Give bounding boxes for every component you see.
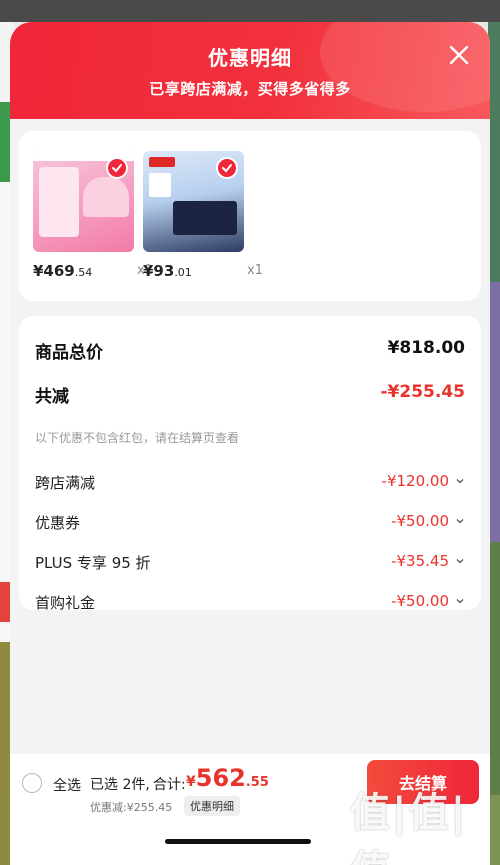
close-button[interactable] [446, 42, 472, 68]
reduction-note: 以下优惠不包含红包，请在结算页查看 [35, 431, 240, 445]
price-summary-card: 商品总价 ¥818.00 共减 -¥255.45 以下优惠不包含红包，请在结算页… [19, 316, 481, 613]
total-reduction-row: 共减 -¥255.45 [35, 382, 465, 407]
discount-row-plus[interactable]: PLUS 专享 95 折 -¥35.45 [35, 552, 465, 573]
chevron-down-icon [456, 599, 464, 604]
watermark-logo: 值|值|值 [350, 790, 468, 865]
chevron-down-icon [456, 559, 464, 564]
total-price-row: 商品总价 ¥818.00 [35, 338, 465, 363]
watermark-url: zhizhizhi.com [365, 833, 447, 847]
discount-summary: 优惠减:¥255.45 [90, 801, 173, 814]
sheet-subtitle: 已享跨店满减，买得多省得多 [149, 80, 351, 98]
product-item[interactable]: ¥93.01 x1 [143, 151, 263, 281]
product-price: ¥469.54 [33, 262, 93, 280]
discount-row-coupon[interactable]: 优惠券 -¥50.00 [35, 512, 465, 533]
product-item[interactable]: ¥469.54 x1 [33, 151, 153, 281]
home-indicator [165, 839, 311, 844]
sheet-header: 优惠明细 已享跨店满减，买得多省得多 [10, 22, 490, 119]
total-label: 合计: [153, 777, 186, 793]
selected-check-icon [216, 157, 238, 179]
total-price-label: 商品总价 [35, 343, 103, 363]
product-price: ¥93.01 [143, 262, 192, 280]
discount-detail-button[interactable]: 优惠明细 [184, 796, 240, 816]
total-amount: ¥562.55 [186, 764, 269, 792]
chevron-down-icon [456, 519, 464, 524]
select-all-label[interactable]: 全选 [53, 775, 81, 795]
select-all-radio[interactable] [22, 773, 42, 793]
discount-detail-sheet: 优惠明细 已享跨店满减，买得多省得多 ¥469.54 x1 ¥93.01 x1 … [10, 22, 490, 865]
total-reduction-value: -¥255.45 [380, 382, 466, 402]
product-image [33, 151, 134, 252]
chevron-down-icon [456, 479, 464, 484]
products-card: ¥469.54 x1 ¥93.01 x1 [19, 131, 481, 301]
discount-row-cross-store[interactable]: 跨店满减 -¥120.00 [35, 472, 465, 493]
total-price-value: ¥818.00 [387, 338, 465, 358]
selected-check-icon [106, 157, 128, 179]
total-reduction-label: 共减 [35, 387, 69, 407]
close-icon [449, 45, 469, 65]
sheet-title: 优惠明细 [208, 46, 292, 70]
selected-count: 已选 2件, [90, 777, 150, 793]
discount-row-first-purchase[interactable]: 首购礼金 -¥50.00 [35, 592, 465, 613]
product-quantity: x1 [247, 263, 263, 278]
background-top-bar [0, 0, 500, 22]
product-image [143, 151, 244, 252]
